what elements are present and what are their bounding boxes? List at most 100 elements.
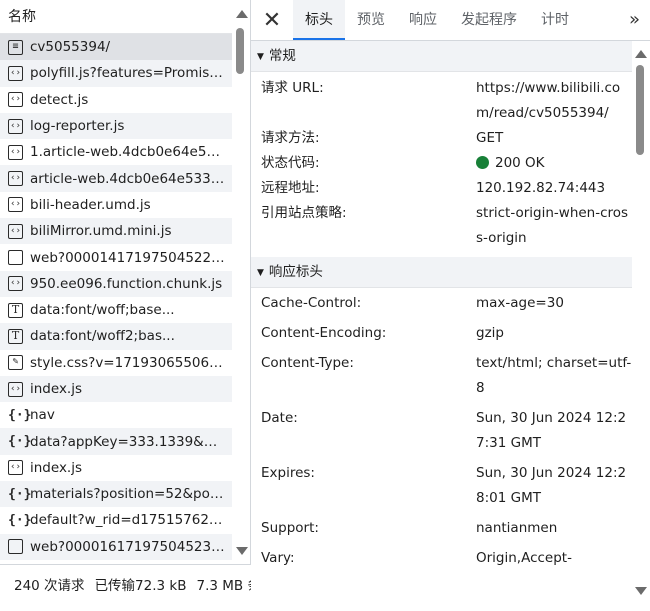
more-tabs-chevron-icon[interactable]: »	[629, 0, 640, 40]
request-row[interactable]: {·} materials?position=52&posi...	[0, 481, 232, 508]
header-key: 远程地址:	[261, 180, 320, 196]
request-row[interactable]: {·} default?w_rid=d175157625...	[0, 507, 232, 533]
request-list-panel: 名称 ≡ cv5055394/ ‹› polyfill.js?features=Pro…	[0, 0, 251, 611]
tab-1[interactable]: 预览	[345, 0, 397, 40]
request-row[interactable]: ‹› detect.js	[0, 87, 232, 113]
request-row[interactable]: ✎ style.css?v=1719306550615	[0, 350, 232, 376]
scrollbar-thumb[interactable]	[236, 28, 244, 74]
fetch-icon: {·}	[8, 512, 32, 528]
header-value[interactable]: Sun, 30 Jun 2024 12:28:01 GMT	[476, 461, 632, 511]
header-key: Date:	[261, 410, 298, 426]
request-row[interactable]: {·} nav	[0, 402, 232, 428]
request-row[interactable]: web?000014171975045220...	[0, 244, 232, 270]
fetch-icon: {·}	[8, 434, 32, 450]
response-headers-section-header[interactable]: ▼ 响应标头	[251, 257, 632, 288]
scrollbar-thumb[interactable]	[636, 65, 644, 155]
request-row[interactable]: Tdata:font/woff2;bas...	[0, 323, 232, 350]
request-name: index.js	[30, 459, 83, 476]
request-count: 240 次请求	[14, 578, 85, 594]
request-name: index.js	[30, 381, 83, 397]
request-name: style.css?v=1719306550615	[30, 354, 225, 371]
general-rows: 请求 URL: https://www.bilibili.com/read/cv5…	[251, 72, 632, 257]
header-row: Support: nantianmen	[251, 516, 632, 541]
header-row: 引用站点策略: strict-origin-when-cross-origin	[251, 201, 632, 251]
request-name: polyfill.js?features=Promise...	[30, 65, 225, 82]
header-value[interactable]: text/html; charset=utf-8	[476, 351, 632, 401]
request-row[interactable]: ‹› 950.ee096.function.chunk.js	[0, 270, 232, 297]
header-row: 远程地址: 120.192.82.74:443	[251, 176, 632, 201]
header-key: 状态代码:	[261, 155, 320, 171]
request-row[interactable]: Tdata:font/woff;base...	[0, 297, 232, 323]
response-headers-title: 响应标头	[268, 264, 323, 280]
scroll-down-arrow-icon[interactable]	[635, 587, 647, 595]
script-icon: ‹›	[8, 276, 23, 292]
request-row[interactable]: web?000016171975045239...	[0, 533, 232, 560]
status-code-text: 200 OK	[495, 155, 545, 171]
request-row[interactable]: ≡ cv5055394/	[0, 34, 232, 61]
script-icon: ‹›	[8, 171, 23, 187]
request-row[interactable]: ‹› index.js	[0, 375, 232, 403]
collapse-triangle-icon: ▼	[257, 52, 264, 62]
request-row[interactable]: {·} data?appKey=333.1339&ns...	[0, 428, 232, 455]
tab-3[interactable]: 发起程序	[449, 0, 529, 40]
header-value[interactable]: Origin,Accept-	[476, 546, 632, 571]
header-row: Content-Type: text/html; charset=utf-8	[251, 351, 632, 401]
header-row: Date: Sun, 30 Jun 2024 12:27:31 GMT	[251, 406, 632, 456]
other-icon	[8, 539, 23, 555]
request-name: materials?position=52&posi...	[30, 486, 225, 503]
script-icon: ‹›	[8, 65, 23, 81]
request-name: default?w_rid=d175157625...	[30, 512, 225, 529]
request-row[interactable]: ‹› 1.article-web.4dcb0e64e5333...	[0, 139, 232, 165]
headers-view: ▼ 常规 请求 URL: https://www.bilibili.com/read…	[251, 41, 632, 611]
header-value[interactable]: nantianmen	[476, 516, 632, 541]
close-icon[interactable]: ✕	[251, 0, 293, 40]
font-icon: T	[8, 302, 23, 318]
request-row[interactable]: ‹› log-reporter.js	[0, 112, 232, 140]
request-list: ≡ cv5055394/ ‹› polyfill.js?features=Promis…	[0, 34, 232, 564]
header-value[interactable]: strict-origin-when-cross-origin	[476, 201, 632, 251]
request-name: data?appKey=333.1339&ns...	[30, 433, 225, 450]
general-section-header[interactable]: ▼ 常规	[251, 41, 632, 72]
header-key: 引用站点策略:	[261, 205, 347, 221]
scroll-up-arrow-icon[interactable]	[635, 50, 647, 58]
request-name: article-web.4dcb0e64e5333...	[30, 170, 225, 187]
detail-scrollbar[interactable]	[632, 41, 650, 611]
header-value[interactable]: gzip	[476, 321, 632, 346]
request-name: 1.article-web.4dcb0e64e5333...	[30, 144, 225, 161]
header-value[interactable]: Sun, 30 Jun 2024 12:27:31 GMT	[476, 406, 632, 456]
document-icon: ≡	[8, 39, 23, 55]
header-value[interactable]: 200 OK	[476, 151, 632, 176]
header-value[interactable]: https://www.bilibili.com/read/cv5055394/	[476, 76, 632, 126]
header-key: Content-Type:	[261, 355, 354, 371]
request-row[interactable]: ‹› article-web.4dcb0e64e5333...	[0, 165, 232, 192]
request-list-scrollbar[interactable]	[232, 0, 250, 564]
request-row[interactable]: ‹› polyfill.js?features=Promise...	[0, 60, 232, 87]
header-row: 请求方法: GET	[251, 126, 632, 151]
other-icon	[8, 250, 23, 266]
fetch-icon: {·}	[8, 486, 32, 502]
network-summary-bar: 240 次请求已传输72.3 kB 7.3 MB 条	[0, 564, 251, 611]
header-row: Vary: Origin,Accept-	[251, 546, 632, 571]
request-name: data:font/woff;base...	[30, 302, 175, 319]
request-row[interactable]: ‹› biliMirror.umd.mini.js	[0, 218, 232, 245]
header-value[interactable]: 120.192.82.74:443	[476, 176, 632, 201]
name-column-header[interactable]: 名称	[0, 0, 232, 34]
request-name: log-reporter.js	[30, 118, 125, 135]
tab-2[interactable]: 响应	[397, 0, 449, 40]
scroll-up-arrow-icon[interactable]	[236, 10, 248, 18]
request-row[interactable]: ‹› index.js	[0, 455, 232, 481]
header-row: Cache-Control: max-age=30	[251, 291, 632, 316]
request-name: web?000016171975045239...	[30, 538, 225, 555]
tab-0[interactable]: 标头	[293, 0, 345, 40]
header-value[interactable]: max-age=30	[476, 291, 632, 316]
font-icon: T	[8, 328, 23, 344]
script-icon: ‹›	[8, 460, 23, 476]
scroll-down-arrow-icon[interactable]	[236, 547, 248, 555]
request-name: nav	[30, 407, 55, 424]
script-icon: ‹›	[8, 92, 23, 108]
header-key: Expires:	[261, 465, 315, 481]
tab-4[interactable]: 计时	[529, 0, 581, 40]
header-value[interactable]: GET	[476, 126, 632, 151]
request-row[interactable]: ‹› bili-header.umd.js	[0, 192, 232, 218]
header-row: 状态代码: 200 OK	[251, 151, 632, 176]
